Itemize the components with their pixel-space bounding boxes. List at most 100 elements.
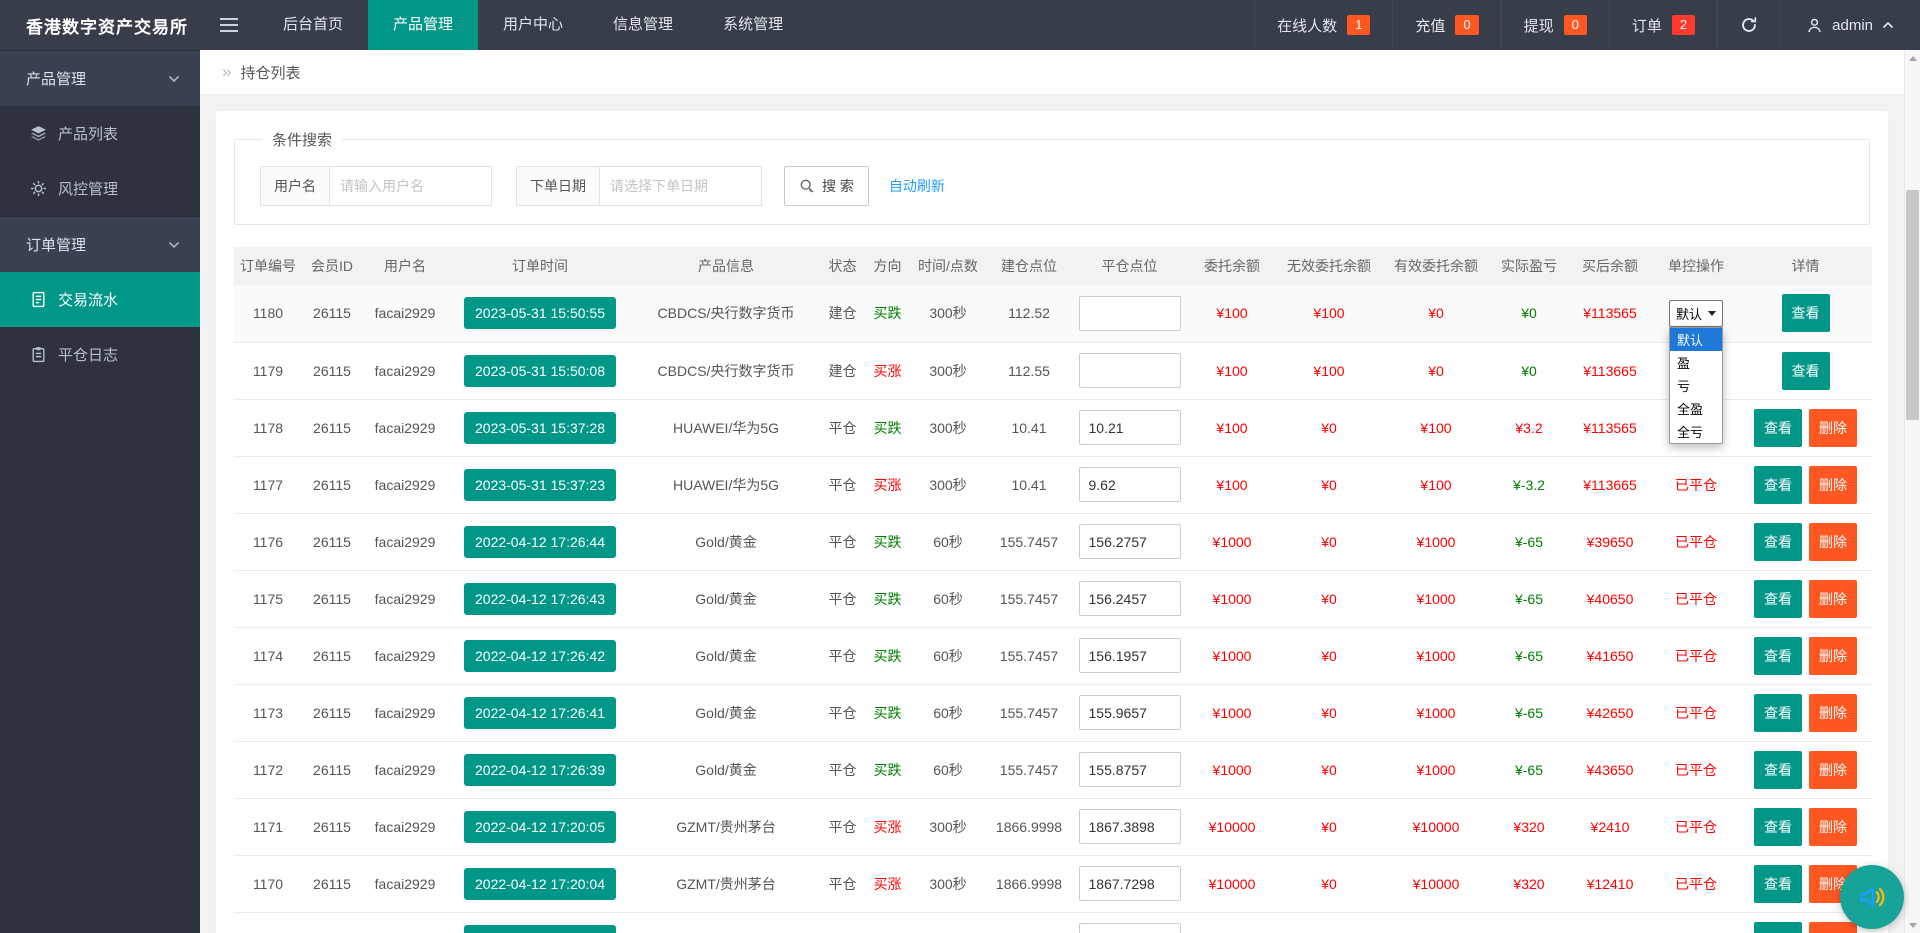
option-全盈[interactable]: 全盈 [1670, 397, 1722, 420]
option-盈[interactable]: 盈 [1670, 351, 1722, 374]
scroll-down-arrow-icon[interactable] [1905, 917, 1920, 933]
menu-item-信息管理[interactable]: 信息管理 [588, 0, 698, 50]
audio-notification-button[interactable] [1840, 865, 1904, 929]
close-point-input[interactable] [1078, 809, 1181, 844]
sidebar-section-订单管理[interactable]: 订单管理 [0, 216, 200, 272]
menu-item-后台首页[interactable]: 后台首页 [258, 0, 368, 50]
stat-充值[interactable]: 充值 0 [1392, 0, 1500, 50]
control-select[interactable]: 默认 [1668, 299, 1723, 327]
consign-balance-cell: ¥100 [1216, 305, 1248, 322]
view-button[interactable]: 查看 [1754, 921, 1802, 933]
sidebar-section-产品管理[interactable]: 产品管理 [0, 50, 200, 106]
open-point-cell: 155.7457 [986, 570, 1072, 628]
close-point-input[interactable] [1078, 581, 1181, 616]
delete-button[interactable]: 删除 [1809, 465, 1857, 504]
order-time-badge: 2022-04-12 17:26:44 [464, 525, 616, 558]
order-no-cell: 1172 [234, 741, 302, 799]
order-time-badge: 2022-04-12 17:26:42 [464, 639, 616, 672]
close-point-input[interactable] [1078, 353, 1181, 388]
delete-button[interactable]: 删除 [1809, 522, 1857, 561]
view-button[interactable]: 查看 [1754, 579, 1802, 618]
order-time-badge: 2023-05-31 15:50:08 [464, 354, 616, 387]
view-button[interactable]: 查看 [1754, 408, 1802, 447]
view-button[interactable]: 查看 [1754, 522, 1802, 561]
stat-提现[interactable]: 提现 0 [1500, 0, 1609, 50]
stat-订单[interactable]: 订单 2 [1608, 0, 1717, 50]
view-button[interactable]: 查看 [1754, 750, 1802, 789]
detail-cell: 查看删除 [1739, 513, 1872, 571]
username-input[interactable] [330, 166, 492, 206]
close-point-input[interactable] [1078, 923, 1181, 933]
search-button[interactable]: 搜 索 [784, 166, 869, 206]
detail-cell: 查看删除 [1739, 684, 1872, 742]
delete-button[interactable]: 删除 [1809, 750, 1857, 789]
menu-item-产品管理[interactable]: 产品管理 [368, 0, 479, 50]
close-point-cell [1072, 855, 1187, 913]
valid-balance-cell: ¥100 [1420, 476, 1452, 493]
order-date-input[interactable] [600, 166, 762, 206]
order-time-cell: 2022-04-12 17:26:43 [448, 570, 632, 628]
view-button[interactable]: 查看 [1754, 465, 1802, 504]
delete-button[interactable]: 删除 [1809, 579, 1857, 618]
option-全亏[interactable]: 全亏 [1670, 420, 1722, 443]
member-id-cell: 26115 [302, 456, 362, 514]
actual-profit-cell: ¥-65 [1514, 704, 1544, 721]
delete-button[interactable]: 删除 [1809, 636, 1857, 675]
app-logo: 香港数字资产交易所 [26, 17, 188, 37]
actual-profit-cell: ¥-3.2 [1491, 456, 1567, 514]
search-legend: 条件搜索 [272, 132, 333, 149]
sidebar-item-label: 交易流水 [58, 292, 119, 309]
delete-button[interactable]: 删除 [1809, 807, 1857, 846]
main-area: » 持仓列表 条件搜索 用户名 下单日期 [200, 0, 1904, 933]
scrollbar-thumb[interactable] [1906, 190, 1919, 420]
vertical-scrollbar[interactable] [1904, 50, 1920, 933]
close-point-input[interactable] [1078, 524, 1181, 559]
period-cell: 60秒 [910, 627, 986, 685]
view-button[interactable]: 查看 [1754, 864, 1802, 903]
close-point-input[interactable] [1078, 410, 1181, 445]
column-header-有效委托余额: 有效委托余额 [1381, 247, 1491, 285]
detail-cell: 查看删除 [1739, 456, 1872, 514]
control-cell: 已平仓 [1653, 798, 1739, 856]
order-time-badge: 2022-04-12 17:26:43 [464, 582, 616, 615]
option-亏[interactable]: 亏 [1670, 374, 1722, 397]
menu-item-用户中心[interactable]: 用户中心 [478, 0, 588, 50]
stat-在线人数[interactable]: 在线人数 1 [1254, 0, 1392, 50]
invalid-balance-cell: ¥0 [1277, 798, 1381, 856]
status-cell: 平仓 [820, 570, 865, 628]
view-button[interactable]: 查看 [1754, 693, 1802, 732]
user-menu[interactable]: admin [1779, 0, 1920, 50]
invalid-balance-cell: ¥0 [1321, 533, 1337, 550]
close-point-input[interactable] [1078, 467, 1181, 502]
close-point-input[interactable] [1078, 866, 1181, 901]
delete-button[interactable]: 删除 [1809, 693, 1857, 732]
close-point-input[interactable] [1078, 638, 1181, 673]
delete-button[interactable]: 删除 [1809, 921, 1857, 933]
option-默认[interactable]: 默认 [1670, 328, 1722, 352]
sidebar-item-产品列表[interactable]: 产品列表 [0, 106, 200, 161]
menu-item-系统管理[interactable]: 系统管理 [698, 0, 808, 50]
close-point-input[interactable] [1078, 695, 1181, 730]
consign-balance-cell: ¥1000 [1187, 570, 1277, 628]
refresh-button[interactable] [1717, 0, 1779, 50]
view-button[interactable]: 查看 [1781, 351, 1830, 390]
close-point-cell [1072, 399, 1187, 457]
auto-refresh-link[interactable]: 自动刷新 [889, 176, 945, 196]
valid-balance-cell: ¥10000 [1381, 798, 1491, 856]
after-balance-cell: ¥39650 [1567, 513, 1653, 571]
sidebar-item-交易流水[interactable]: 交易流水 [0, 272, 200, 327]
close-point-input[interactable] [1078, 295, 1181, 331]
scroll-up-arrow-icon[interactable] [1905, 50, 1920, 66]
view-button[interactable]: 查看 [1754, 636, 1802, 675]
delete-button[interactable]: 删除 [1809, 408, 1857, 447]
view-button[interactable]: 查看 [1781, 294, 1830, 333]
invalid-balance-cell: ¥0 [1277, 855, 1381, 913]
order-time-cell: 2022-04-12 17:26:44 [448, 513, 632, 571]
close-point-input[interactable] [1078, 752, 1181, 787]
menu-toggle-icon[interactable] [200, 0, 258, 50]
sidebar-item-风控管理[interactable]: 风控管理 [0, 161, 200, 216]
view-button[interactable]: 查看 [1754, 807, 1802, 846]
sidebar-item-平仓日志[interactable]: 平仓日志 [0, 327, 200, 382]
consign-balance-cell: ¥1000 [1212, 590, 1252, 607]
period-cell: 300秒 [910, 855, 986, 913]
